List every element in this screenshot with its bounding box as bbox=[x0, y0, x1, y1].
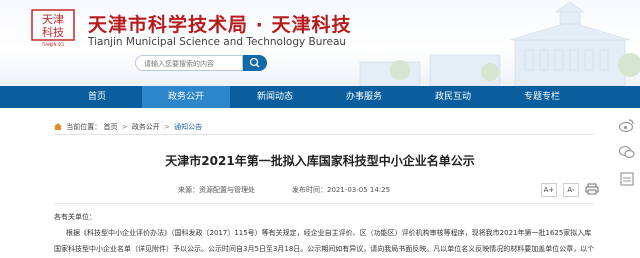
breadcrumb-notices[interactable]: 通知公告 bbox=[174, 123, 202, 131]
breadcrumb-separator: > bbox=[121, 123, 128, 131]
article-title: 天津市2021年第一批拟入库国家科技型中小企业名单公示 bbox=[165, 154, 475, 168]
svg-text:TIANJIN SCI: TIANJIN SCI bbox=[41, 42, 65, 47]
nav-interaction[interactable]: 政民互动 bbox=[410, 86, 496, 108]
salutation: 各有关单位： bbox=[54, 213, 96, 221]
nav-special[interactable]: 专题专栏 bbox=[498, 86, 586, 108]
font-decrease-button[interactable]: A- bbox=[563, 183, 579, 197]
home-icon bbox=[54, 123, 62, 130]
divider bbox=[54, 134, 594, 135]
site-header: 天津 科技 TIANJIN SCI 天津市科学技术局 · 天津科技 Tianji… bbox=[0, 0, 640, 86]
nav-services[interactable]: 办事服务 bbox=[320, 86, 408, 108]
svg-text:天津: 天津 bbox=[42, 13, 64, 26]
site-title: 天津市科学技术局 · 天津科技 bbox=[88, 14, 352, 36]
breadcrumb: 当前位置： 首页 > 政务公开 > 通知公告 bbox=[54, 122, 202, 132]
bureau-logo: 天津 科技 TIANJIN SCI bbox=[31, 9, 75, 47]
search-input[interactable]: 请输入您要搜索的内容 bbox=[135, 55, 243, 71]
share-icon[interactable] bbox=[618, 170, 636, 188]
wechat-icon[interactable] bbox=[618, 143, 636, 161]
date-value: 2021-03-05 14:25 bbox=[327, 186, 391, 194]
search-icon bbox=[249, 57, 260, 68]
source-value: 资源配置与管理处 bbox=[199, 186, 255, 194]
article-source: 来源：资源配置与管理处 bbox=[178, 185, 255, 195]
print-icon bbox=[585, 183, 599, 195]
print-button[interactable] bbox=[585, 183, 599, 195]
paragraph-line: 国家科技型中小企业名单（详见附件）予以公示。公示时间自3月5日至3月18日。公示… bbox=[54, 245, 595, 253]
paragraph-line: 根据《科技型中小企业评价办法》（国科发政〔2017〕115号）等有关规定，经企业… bbox=[66, 229, 592, 237]
breadcrumb-separator: > bbox=[164, 123, 170, 131]
building-illustration bbox=[359, 1, 640, 86]
svg-text:科技: 科技 bbox=[42, 25, 64, 39]
nav-gov-affairs[interactable]: 政务公开 bbox=[142, 86, 230, 108]
article-date: 发布时间：2021-03-05 14:25 bbox=[292, 185, 390, 195]
font-increase-button[interactable]: A+ bbox=[541, 183, 557, 197]
breadcrumb-gov-affairs[interactable]: 政务公开 bbox=[132, 123, 160, 131]
divider bbox=[54, 203, 594, 204]
search-button[interactable] bbox=[243, 55, 267, 71]
main-nav: 首页 政务公开 新闻动态 办事服务 政民互动 专题专栏 bbox=[0, 86, 640, 108]
date-label: 发布时间： bbox=[292, 186, 327, 194]
breadcrumb-prefix: 当前位置： bbox=[66, 123, 102, 131]
source-label: 来源： bbox=[178, 186, 199, 194]
nav-home[interactable]: 首页 bbox=[54, 86, 140, 108]
nav-news[interactable]: 新闻动态 bbox=[232, 86, 318, 108]
weibo-icon[interactable] bbox=[618, 116, 636, 134]
breadcrumb-home[interactable]: 首页 bbox=[103, 123, 117, 131]
site-subtitle: Tianjin Municipal Science and Technology… bbox=[88, 36, 347, 48]
